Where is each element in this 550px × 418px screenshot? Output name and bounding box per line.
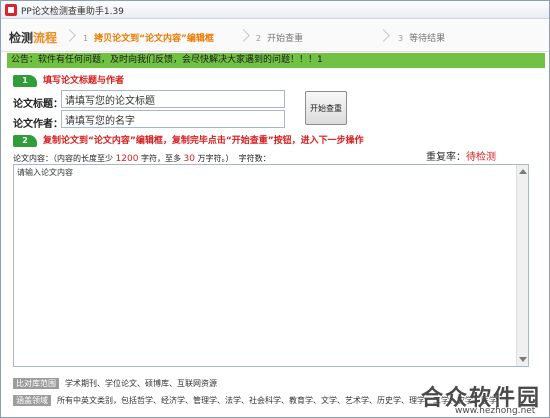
content-hint-mid: 字符，至多	[141, 154, 181, 163]
compare-scope-row: 比对库范围 学术期刊、学位论文、硕博库、互联网资源	[13, 378, 217, 389]
content-min-value: 1200	[115, 154, 139, 164]
section-1-title: 填写论文标题与作者	[43, 76, 125, 86]
watermark-url: www.hezhong.net	[455, 406, 536, 416]
notice-bar: 公告：软件有任何问题，及时向我们反馈，会尽快解决大家遇到的问题！！！1	[7, 53, 545, 68]
step-3-label: 等待结果	[409, 34, 446, 44]
step-2-number: 2	[256, 34, 262, 43]
chevron-right-icon	[239, 29, 249, 43]
title-bar: PP论文检测查重助手1.39	[1, 1, 549, 19]
char-count-label: 字符数：	[238, 154, 271, 163]
content-scrollbar[interactable]	[516, 165, 528, 366]
process-steps: 检测流程 1 拷贝论文到“论文内容”编辑框 2 开始查重 3 等待结果	[1, 20, 549, 52]
step-1-number: 1	[83, 34, 89, 43]
scroll-down-arrow-icon[interactable]	[519, 357, 527, 362]
section-1-header: 1 填写论文标题与作者	[13, 73, 124, 87]
step-2: 2 开始查重	[256, 31, 303, 44]
scroll-up-arrow-icon[interactable]	[519, 169, 527, 174]
chevron-right-icon	[65, 29, 75, 43]
content-hint-prefix: 论文内容：（内容的长度至少	[13, 154, 113, 163]
compare-scope-tag: 比对库范围	[13, 378, 59, 389]
content-textarea[interactable]: 请输入论文内容	[13, 164, 529, 367]
watermark: 合众软件园 www.hezhong.net	[419, 372, 550, 417]
step-3: 3 等待结果	[398, 31, 445, 44]
compare-scope-text: 学术期刊、学位论文、硕博库、互联网资源	[65, 379, 217, 388]
window-title: PP论文检测查重助手1.39	[21, 7, 124, 17]
chevron-right-icon	[379, 29, 389, 43]
step-3-number: 3	[398, 34, 404, 43]
section-1-badge: 1	[13, 74, 37, 87]
section-2-badge: 2	[13, 134, 37, 147]
content-length-hint: 论文内容：（内容的长度至少 1200 字符，至多 30 万字符。） 字符数：	[13, 153, 533, 164]
title-label: 论文标题：	[13, 99, 63, 110]
step-1-label: 拷贝论文到“论文内容”编辑框	[94, 34, 214, 44]
title-input[interactable]	[61, 90, 285, 108]
author-label: 论文作者：	[13, 119, 63, 130]
steps-title-part2: 流程	[33, 31, 58, 45]
step-2-label: 开始查重	[267, 34, 304, 44]
section-2-header: 2 复制论文到“论文内容”编辑框，复制完毕点击“开始查重”按钮，进入下一步操作	[13, 133, 364, 147]
coverage-tag: 涵盖领域	[13, 395, 51, 406]
start-check-button[interactable]: 开始查重	[305, 91, 347, 125]
step-1: 1 拷贝论文到“论文内容”编辑框	[83, 31, 214, 44]
section-2-title: 复制论文到“论文内容”编辑框，复制完毕点击“开始查重”按钮，进入下一步操作	[43, 136, 364, 146]
content-hint-suffix: 万字符。）	[197, 154, 234, 163]
app-logo-icon	[5, 4, 17, 16]
steps-title-part1: 检测	[9, 31, 34, 45]
author-input[interactable]	[61, 110, 285, 128]
steps-title: 检测流程	[9, 29, 57, 46]
main-window: PP论文检测查重助手1.39 检测流程 1 拷贝论文到“论文内容”编辑框 2 开始查…	[0, 0, 550, 418]
content-max-value: 30	[183, 154, 195, 164]
